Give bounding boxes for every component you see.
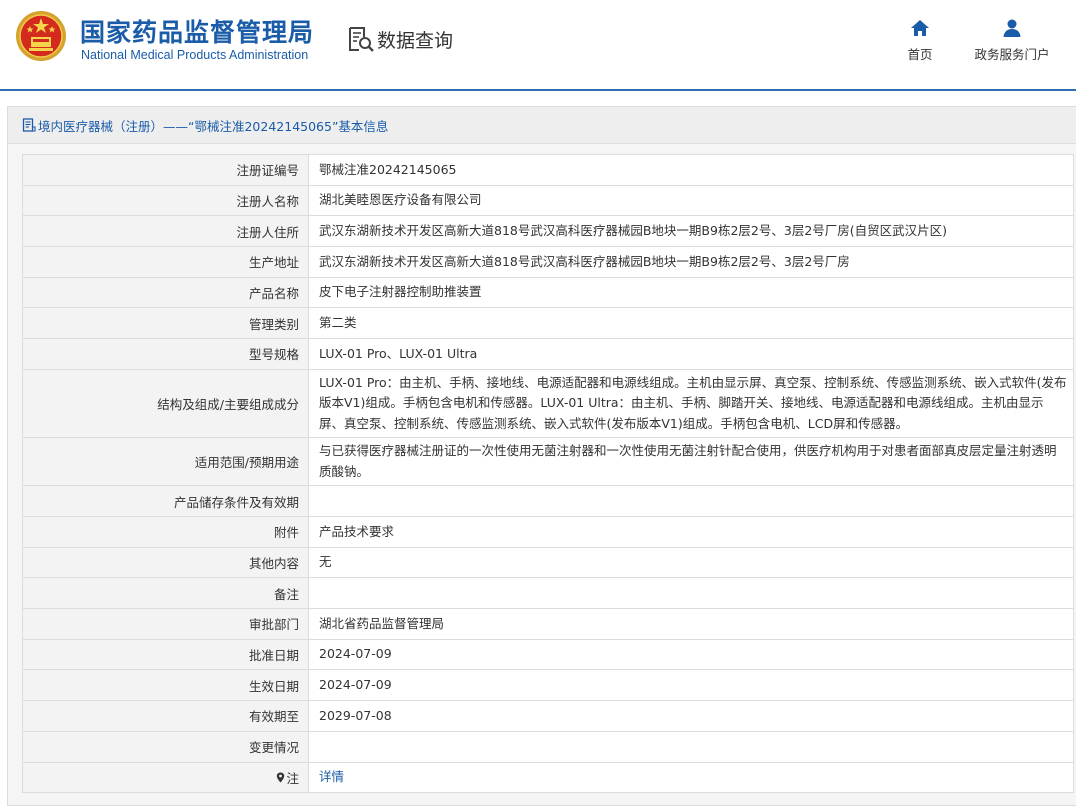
field-value-production-address: 武汉东湖新技术开发区高新大道818号武汉高科医疗器械园B地块一期B9栋2层2号、… <box>308 246 1074 278</box>
field-label-note: 注 <box>22 761 309 794</box>
field-value-registrant-name: 湖北美睦恩医疗设备有限公司 <box>308 184 1074 217</box>
breadcrumb-text: 境内医疗器械（注册）——“鄂械注准20242145065”基本信息 <box>38 118 389 134</box>
field-label-approval-dept: 审批部门 <box>22 608 309 640</box>
table-row: 注册人住所 武汉东湖新技术开发区高新大道818号武汉高科医疗器械园B地块一期B9… <box>22 215 1074 248</box>
table-row: 产品储存条件及有效期 <box>22 485 1074 517</box>
table-row: 附件 产品技术要求 <box>22 516 1074 548</box>
note-label: 注 <box>286 770 299 786</box>
table-row: 型号规格 LUX-01 Pro、LUX-01 Ultra <box>22 338 1074 370</box>
table-row: 注 详情 <box>22 761 1074 794</box>
field-value-attachment: 产品技术要求 <box>308 516 1074 548</box>
table-row: 产品名称 皮下电子注射器控制助推装置 <box>22 276 1074 309</box>
site-header: 国家药品监督管理局 National Medical Products Admi… <box>0 0 1076 88</box>
field-label-registrant-address: 注册人住所 <box>22 215 309 248</box>
field-value-approval-dept: 湖北省药品监督管理局 <box>308 608 1074 640</box>
table-row: 批准日期 2024-07-09 <box>22 638 1074 671</box>
national-emblem-icon <box>16 11 66 61</box>
breadcrumb: 境内医疗器械（注册）——“鄂械注准20242145065”基本信息 <box>8 107 1076 144</box>
table-row: 生产地址 武汉东湖新技术开发区高新大道818号武汉高科医疗器械园B地块一期B9栋… <box>22 246 1074 278</box>
table-row: 变更情况 <box>22 730 1074 763</box>
data-query-label: 数据查询 <box>377 29 454 52</box>
field-label-change-history: 变更情况 <box>22 730 309 763</box>
user-icon <box>1003 19 1021 37</box>
table-row: 管理类别 第二类 <box>22 307 1074 340</box>
field-label-remarks: 备注 <box>22 577 309 610</box>
field-value-product-name: 皮下电子注射器控制助推装置 <box>308 276 1074 309</box>
registration-info-table: 注册证编号 鄂械注准20242145065 注册人名称 湖北美睦恩医疗设备有限公… <box>22 154 1074 794</box>
field-value-registration-no: 鄂械注准20242145065 <box>308 154 1074 186</box>
table-row: 注册证编号 鄂械注准20242145065 <box>22 154 1074 186</box>
field-value-management-class: 第二类 <box>308 307 1074 340</box>
field-value-other: 无 <box>308 546 1074 579</box>
header-divider <box>0 89 1076 91</box>
field-value-effective-date: 2024-07-09 <box>308 669 1074 702</box>
table-row: 其他内容 无 <box>22 546 1074 579</box>
field-label-effective-date: 生效日期 <box>22 669 309 702</box>
field-label-valid-until: 有效期至 <box>22 700 309 732</box>
field-value-registrant-address: 武汉东湖新技术开发区高新大道818号武汉高科医疗器械园B地块一期B9栋2层2号、… <box>308 215 1074 248</box>
detail-panel: 境内医疗器械（注册）——“鄂械注准20242145065”基本信息 注册证编号 … <box>7 106 1076 806</box>
home-icon <box>911 20 929 36</box>
table-row: 审批部门 湖北省药品监督管理局 <box>22 608 1074 640</box>
field-value-note: 详情 <box>308 761 1074 794</box>
details-link[interactable]: 详情 <box>319 769 344 784</box>
table-row: 备注 <box>22 577 1074 610</box>
field-label-product-name: 产品名称 <box>22 276 309 309</box>
table-row: 生效日期 2024-07-09 <box>22 669 1074 702</box>
field-label-management-class: 管理类别 <box>22 307 309 340</box>
field-value-model-spec: LUX-01 Pro、LUX-01 Ultra <box>308 338 1074 370</box>
field-value-valid-until: 2029-07-08 <box>308 700 1074 732</box>
field-label-other: 其他内容 <box>22 546 309 579</box>
field-label-storage: 产品储存条件及有效期 <box>22 485 309 517</box>
field-value-intended-use: 与已获得医疗器械注册证的一次性使用无菌注射器和一次性使用无菌注射针配合使用，供医… <box>308 437 1074 487</box>
field-value-remarks <box>308 577 1074 610</box>
table-row: 结构及组成/主要组成成分 LUX-01 Pro：由主机、手柄、接地线、电源适配器… <box>22 368 1074 439</box>
field-label-structure: 结构及组成/主要组成成分 <box>22 368 309 439</box>
field-label-approval-date: 批准日期 <box>22 638 309 671</box>
field-label-registration-no: 注册证编号 <box>22 154 309 186</box>
table-row: 适用范围/预期用途 与已获得医疗器械注册证的一次性使用无菌注射器和一次性使用无菌… <box>22 437 1074 487</box>
field-value-storage <box>308 485 1074 517</box>
nav-home[interactable]: 首页 <box>903 18 937 63</box>
nav-home-label: 首页 <box>907 47 933 62</box>
document-icon <box>22 118 36 132</box>
location-pin-icon <box>277 772 285 783</box>
org-name-en: National Medical Products Administration <box>81 48 309 62</box>
org-name-cn: 国家药品监督管理局 <box>80 18 315 47</box>
field-label-production-address: 生产地址 <box>22 246 309 278</box>
data-query-section: 数据查询 <box>347 24 453 54</box>
field-value-structure: LUX-01 Pro：由主机、手柄、接地线、电源适配器和电源线组成。主机由显示屏… <box>308 368 1074 439</box>
field-label-registrant-name: 注册人名称 <box>22 184 309 217</box>
nav-service-portal[interactable]: 政务服务门户 <box>968 18 1056 63</box>
field-label-attachment: 附件 <box>22 516 309 548</box>
table-row: 注册人名称 湖北美睦恩医疗设备有限公司 <box>22 184 1074 217</box>
data-search-icon <box>349 27 374 52</box>
table-row: 有效期至 2029-07-08 <box>22 700 1074 732</box>
field-value-change-history <box>308 730 1074 763</box>
field-label-intended-use: 适用范围/预期用途 <box>22 437 309 487</box>
field-label-model-spec: 型号规格 <box>22 338 309 370</box>
nav-portal-label: 政务服务门户 <box>974 47 1050 62</box>
field-value-approval-date: 2024-07-09 <box>308 638 1074 671</box>
